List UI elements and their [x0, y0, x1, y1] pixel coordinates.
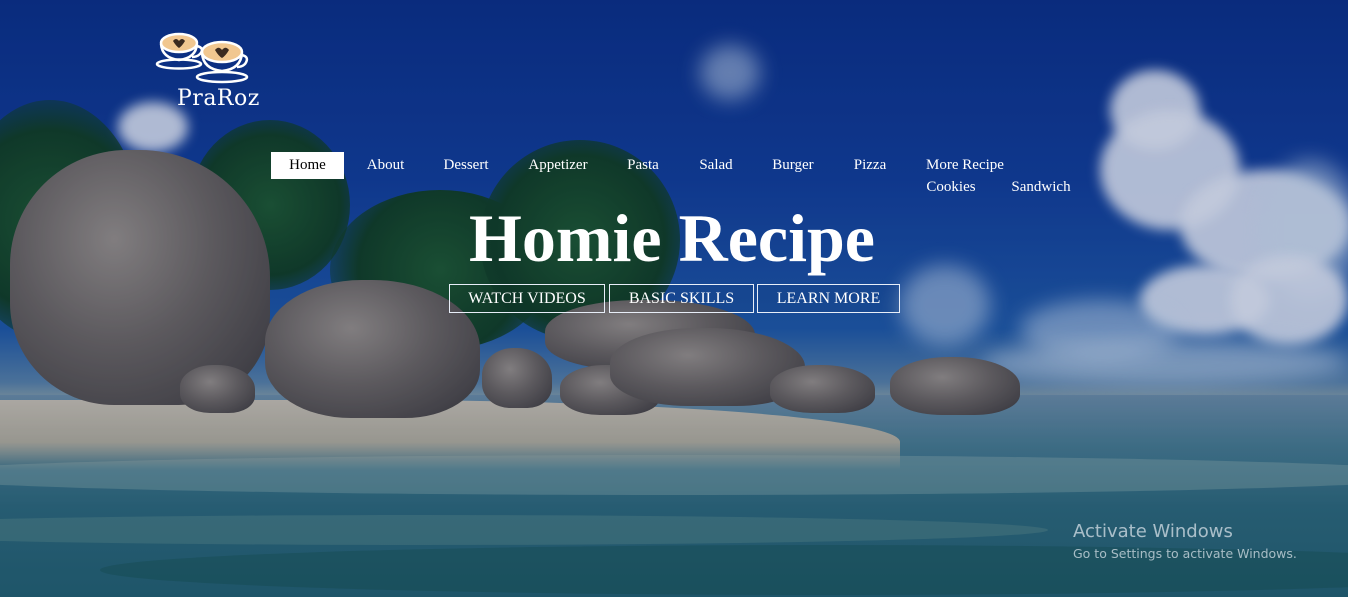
- brand-name: PraRoz: [177, 86, 260, 111]
- watermark-title: Activate Windows: [1073, 521, 1233, 542]
- coffee-cups-heart-icon: [155, 32, 249, 84]
- nav-item-sandwich[interactable]: Sandwich: [1008, 174, 1074, 201]
- basic-skills-button[interactable]: BASIC SKILLS: [609, 284, 754, 313]
- windows-activation-watermark: Activate Windows Go to Settings to activ…: [1073, 521, 1297, 561]
- watermark-subtitle: Go to Settings to activate Windows.: [1073, 546, 1297, 561]
- hero-title: Homie Recipe: [469, 200, 875, 276]
- watch-videos-button[interactable]: WATCH VIDEOS: [449, 284, 605, 313]
- nav-item-cookies[interactable]: Cookies: [923, 174, 979, 201]
- learn-more-button[interactable]: LEARN MORE: [757, 284, 900, 313]
- brand-logo[interactable]: PraRoz: [150, 28, 270, 120]
